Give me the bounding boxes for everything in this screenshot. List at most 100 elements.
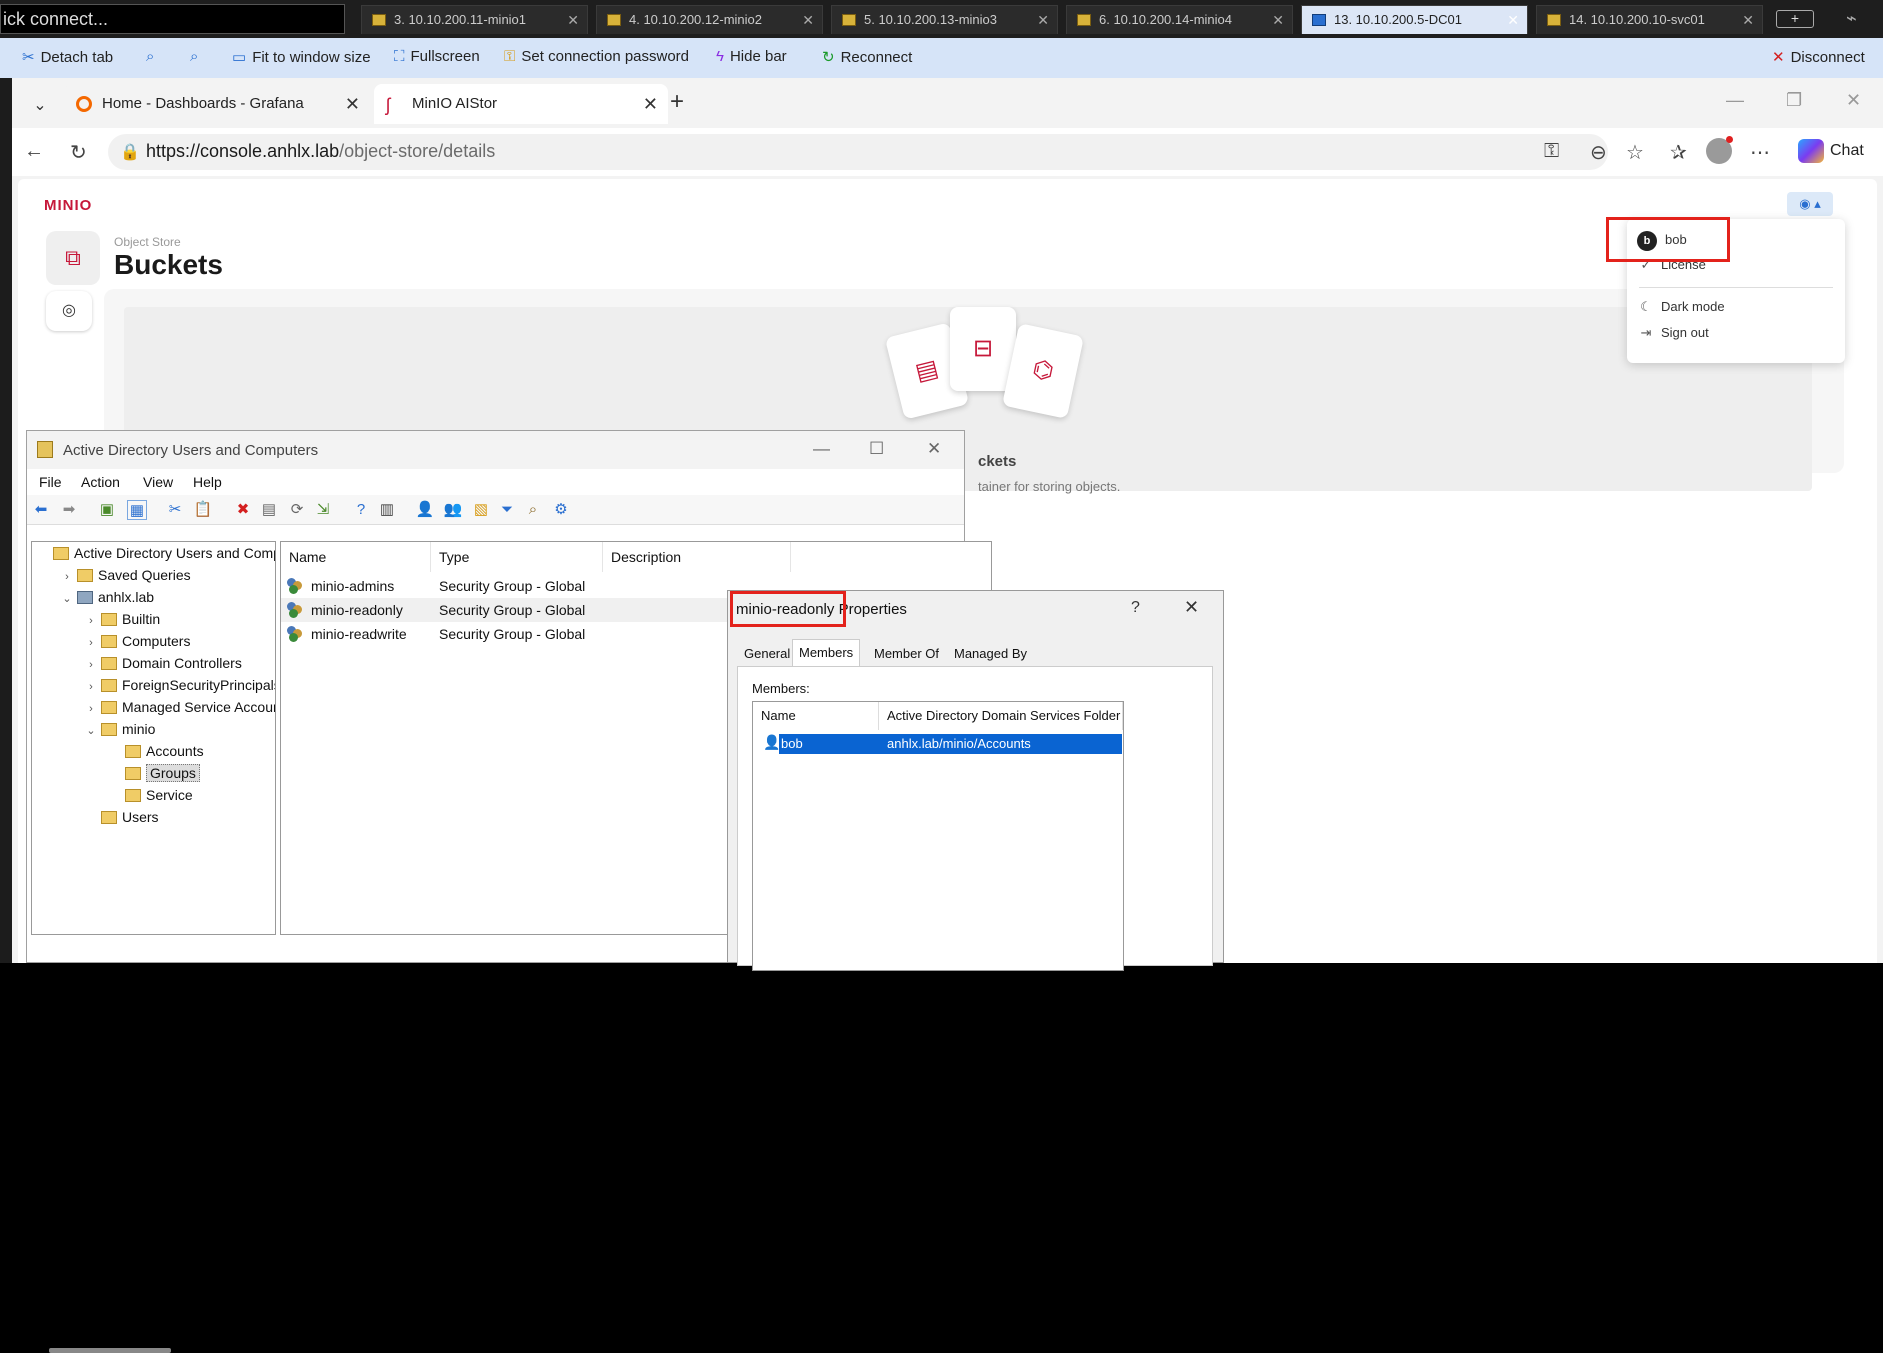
list-item[interactable]: minio-readonly Security Group - Global [281, 598, 741, 622]
rdp-tab[interactable]: 14. 10.10.200.10-svc01 ✕ [1536, 5, 1763, 34]
more-icon[interactable]: ⋯ [1750, 140, 1770, 165]
dark-mode-menu-item[interactable]: ☾ Dark mode [1639, 299, 1724, 315]
close-icon[interactable]: ✕ [643, 84, 658, 124]
new-user-icon[interactable]: 👤 [415, 500, 435, 520]
new-rdp-tab-button[interactable]: + [1776, 10, 1814, 28]
menu-view[interactable]: View [143, 474, 173, 490]
minimize-icon[interactable]: — [1726, 90, 1744, 111]
column-header-description[interactable]: Description [603, 542, 791, 572]
zoom-out-icon[interactable]: ⊖ [1590, 140, 1607, 165]
tree-node[interactable]: Accounts [32, 740, 275, 762]
tree-node[interactable]: Service [32, 784, 275, 806]
forward-arrow-icon[interactable]: ➡ [59, 500, 79, 520]
fullscreen-button[interactable]: ⛶ Fullscreen [394, 48, 480, 65]
horizontal-scrollbar[interactable] [49, 1348, 171, 1353]
close-icon[interactable]: ✕ [1184, 597, 1199, 618]
tree-node[interactable]: › ForeignSecurityPrincipals [32, 674, 275, 696]
add-to-group-icon[interactable]: ⚙ [551, 500, 571, 520]
close-icon[interactable]: ✕ [802, 6, 814, 34]
close-icon[interactable]: ✕ [1037, 6, 1049, 34]
chevron-right-icon[interactable]: › [84, 654, 98, 676]
help-icon[interactable]: ? [351, 500, 371, 520]
tab-member-of[interactable]: Member Of [874, 643, 939, 665]
close-window-icon[interactable]: ✕ [1846, 90, 1861, 111]
browser-tab-active[interactable]: ʃ MinIO AIStor ✕ [374, 84, 668, 124]
help-button[interactable]: ? [1131, 599, 1140, 617]
tree-node[interactable]: › Managed Service Accoun [32, 696, 275, 718]
close-icon[interactable]: ✕ [567, 6, 579, 34]
chevron-right-icon[interactable]: › [84, 610, 98, 632]
chevron-right-icon[interactable]: › [84, 632, 98, 654]
show-tree-icon[interactable]: ▦ [127, 500, 147, 520]
new-group-icon[interactable]: 👥 [443, 500, 463, 520]
minio-logo[interactable]: MINIO [44, 197, 92, 214]
back-arrow-icon[interactable]: ← [24, 140, 44, 163]
new-ou-icon[interactable]: ▧ [471, 500, 491, 520]
properties-icon[interactable]: ▤ [259, 500, 279, 520]
tree-node[interactable]: › Builtin [32, 608, 275, 630]
zoom-out-button[interactable]: ⌕ [190, 48, 204, 65]
close-icon[interactable]: ✕ [1272, 6, 1284, 34]
reconnect-button[interactable]: ↻ Reconnect [822, 48, 912, 66]
disconnect-button[interactable]: ✕ Disconnect [1772, 48, 1865, 66]
column-header-folder[interactable]: Active Directory Domain Services Folder [879, 702, 1123, 730]
favorites-icon[interactable]: ✰ [1670, 140, 1687, 165]
attachment-icon[interactable]: ⌁ [1846, 8, 1857, 29]
close-icon[interactable]: ✕ [1742, 6, 1754, 34]
up-folder-icon[interactable]: ▣ [97, 500, 117, 520]
rdp-tab[interactable]: 5. 10.10.200.13-minio3 ✕ [831, 5, 1058, 34]
tree-node[interactable]: Users [32, 806, 275, 828]
refresh-icon[interactable]: ⟳ [287, 500, 307, 520]
menu-help[interactable]: Help [193, 474, 222, 490]
tree-node[interactable]: ⌄ anhlx.lab [32, 586, 275, 608]
refresh-icon[interactable]: ↻ [70, 140, 87, 165]
close-icon[interactable]: ✕ [1507, 6, 1519, 34]
chevron-right-icon[interactable]: › [60, 566, 74, 588]
close-icon[interactable]: ✕ [345, 84, 360, 124]
rdp-tab[interactable]: 3. 10.10.200.11-minio1 ✕ [361, 5, 588, 34]
back-arrow-icon[interactable]: ⬅ [31, 500, 51, 520]
tab-general[interactable]: General [744, 643, 790, 665]
chevron-down-icon[interactable]: ⌄ [84, 720, 98, 742]
star-icon[interactable]: ☆ [1626, 140, 1644, 165]
new-tab-button[interactable]: + [670, 88, 684, 116]
fit-to-window-button[interactable]: ▭ Fit to window size [232, 48, 371, 66]
rdp-tab-active[interactable]: 13. 10.10.200.5-DC01 ✕ [1301, 5, 1528, 34]
tab-members[interactable]: Members [792, 639, 861, 667]
close-icon[interactable]: ✕ [927, 439, 941, 459]
tab-managed-by[interactable]: Managed By [954, 643, 1027, 665]
chevron-down-icon[interactable]: ⌄ [60, 588, 74, 610]
paste-icon[interactable]: 📋 [193, 500, 213, 520]
member-row-selected[interactable]: bob anhlx.lab/minio/Accounts [779, 734, 1122, 754]
chevron-right-icon[interactable]: › [84, 676, 98, 698]
minimize-icon[interactable]: — [813, 439, 830, 459]
rdp-tab[interactable]: 4. 10.10.200.12-minio2 ✕ [596, 5, 823, 34]
find-icon[interactable]: ⌕ [523, 500, 543, 520]
menu-file[interactable]: File [39, 474, 62, 490]
column-header-name[interactable]: Name [753, 702, 879, 730]
tree-node[interactable]: › Domain Controllers [32, 652, 275, 674]
console-icon[interactable]: ▥ [377, 500, 397, 520]
fingerprint-icon[interactable]: ◎ [46, 291, 92, 331]
url-text[interactable]: https://console.anhlx.lab/object-store/d… [146, 141, 495, 162]
tree-node[interactable]: Active Directory Users and Comp [32, 542, 275, 564]
rdp-tab[interactable]: 6. 10.10.200.14-minio4 ✕ [1066, 5, 1293, 34]
key-icon[interactable]: ⚿ [1544, 140, 1559, 163]
chevron-right-icon[interactable]: › [84, 698, 98, 720]
restore-icon[interactable]: ❐ [1786, 90, 1802, 111]
browser-tab[interactable]: Home - Dashboards - Grafana ✕ [64, 84, 370, 124]
column-header-type[interactable]: Type [431, 542, 603, 572]
hide-bar-button[interactable]: ϟ Hide bar [716, 48, 787, 65]
tree-node[interactable]: › Computers [32, 630, 275, 652]
menu-action[interactable]: Action [81, 474, 120, 490]
sign-out-menu-item[interactable]: ⇥ Sign out [1639, 325, 1709, 341]
export-list-icon[interactable]: ⇲ [313, 500, 333, 520]
delete-icon[interactable]: ✖ [233, 500, 253, 520]
maximize-icon[interactable]: ☐ [869, 439, 884, 459]
tree-node[interactable]: › Saved Queries [32, 564, 275, 586]
cut-icon[interactable]: ✂ [165, 500, 185, 520]
tree-node[interactable]: ⌄ minio [32, 718, 275, 740]
set-password-button[interactable]: ⚿ Set connection password [504, 48, 689, 65]
user-menu-button[interactable]: ◉ ▴ [1787, 192, 1833, 216]
copilot-chat-button[interactable]: Chat [1790, 133, 1874, 169]
